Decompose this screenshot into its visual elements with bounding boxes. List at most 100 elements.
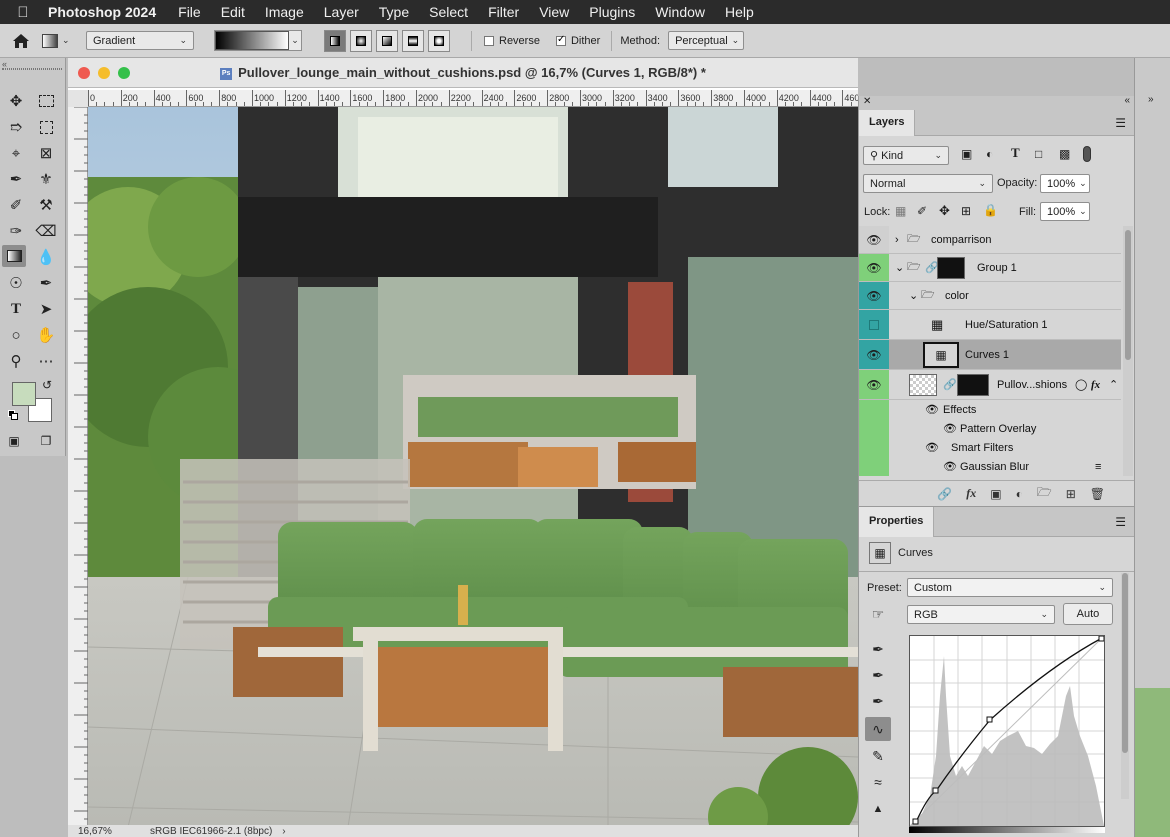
black-point-eyedropper-icon[interactable]: ✒	[865, 637, 891, 661]
linear-gradient-button[interactable]	[324, 29, 346, 52]
foreground-color-swatch[interactable]	[12, 382, 36, 406]
clone-stamp-tool-icon[interactable]: ⚒	[34, 194, 58, 216]
menu-plugins[interactable]: Plugins	[579, 4, 645, 20]
layer-row[interactable]: 👁 ⌄ 🗁 🔗 Group 1	[859, 254, 1121, 282]
menu-type[interactable]: Type	[369, 4, 419, 20]
dither-checkbox[interactable]	[555, 34, 566, 46]
properties-tab[interactable]: Properties	[859, 507, 935, 537]
ellipse-tool-icon[interactable]: ○	[4, 324, 28, 346]
eye-icon[interactable]: 👁	[859, 340, 889, 369]
swap-colors-icon[interactable]: ↺	[42, 378, 52, 392]
menu-select[interactable]: Select	[419, 4, 478, 20]
layer-mask-thumbnail[interactable]	[957, 374, 989, 396]
type-tool-icon[interactable]: T	[4, 298, 28, 320]
blur-tool-icon[interactable]: 💧	[34, 246, 58, 268]
reverse-checkbox[interactable]	[484, 35, 494, 46]
eye-icon[interactable]: 👁	[859, 282, 889, 309]
eye-icon[interactable]: 👁	[943, 422, 957, 435]
angle-gradient-button[interactable]	[376, 29, 398, 52]
menu-layer[interactable]: Layer	[314, 4, 369, 20]
history-brush-tool-icon[interactable]: ✑	[4, 220, 28, 242]
screen-mode-icon[interactable]: ❐	[34, 430, 58, 452]
delete-layer-icon[interactable]: 🗑	[1090, 487, 1105, 501]
opacity-field[interactable]: 100% ⌄	[1040, 174, 1090, 193]
new-layer-icon[interactable]: ⊞	[1066, 487, 1076, 501]
home-icon[interactable]	[0, 33, 42, 49]
lasso-tool-icon[interactable]: ➱	[4, 116, 28, 138]
menu-image[interactable]: Image	[255, 4, 314, 20]
chevron-right-icon[interactable]: ›	[272, 826, 285, 837]
move-tool-icon[interactable]: ✥	[4, 90, 28, 112]
menu-file[interactable]: File	[168, 4, 211, 20]
chevron-down-icon[interactable]: ⌄	[895, 261, 904, 274]
gray-point-eyedropper-icon[interactable]: ✒	[865, 663, 891, 687]
gradient-tool-button[interactable]	[2, 245, 26, 267]
menu-view[interactable]: View	[529, 4, 579, 20]
zoom-level[interactable]: 16,67%	[68, 826, 148, 837]
lock-all-icon[interactable]: 🔒	[983, 203, 998, 217]
eye-icon[interactable]: 👁	[925, 441, 939, 454]
filter-type-icon[interactable]: T	[1011, 145, 1020, 161]
filter-options-icon[interactable]: ≡	[1095, 461, 1101, 473]
pencil-draw-icon[interactable]: ✎	[865, 744, 891, 768]
layer-row[interactable]: 👁 🔗 Pullov...shions ◯ fx ⌃	[859, 370, 1121, 400]
gradient-type-select[interactable]: Gradient ⌄	[86, 31, 194, 50]
curve-points-tool-icon[interactable]: ∿	[865, 717, 891, 741]
layers-scrollbar[interactable]	[1123, 226, 1133, 476]
filter-adjustment-icon[interactable]: ◐	[986, 147, 993, 161]
new-group-icon[interactable]: 🗁	[1037, 483, 1052, 504]
curves-graph[interactable]	[909, 635, 1105, 827]
clipping-warning-icon[interactable]: ▲	[865, 797, 891, 821]
add-mask-icon[interactable]: ▣	[990, 487, 1001, 501]
layer-filter-select[interactable]: ⚲ Kind ⌄	[863, 146, 949, 165]
filter-pixel-icon[interactable]: ▣	[961, 147, 972, 161]
visibility-toggle[interactable]	[859, 310, 889, 339]
white-point-eyedropper-icon[interactable]: ✒	[865, 689, 891, 713]
properties-scrollbar[interactable]	[1121, 573, 1129, 799]
new-adjustment-icon[interactable]: ◐	[1016, 487, 1023, 501]
layer-effect-row[interactable]: 👁 Effects	[859, 400, 1121, 419]
fx-icon[interactable]: fx	[1091, 379, 1100, 391]
tool-preset-picker[interactable]: ⌄	[42, 33, 86, 48]
layer-effect-row[interactable]: 👁 Gaussian Blur ≡	[859, 457, 1121, 476]
smooth-curve-icon[interactable]: ≈	[865, 770, 891, 794]
marquee-tool-icon[interactable]	[34, 90, 58, 112]
healing-brush-tool-icon[interactable]: ⚜	[34, 168, 58, 190]
menu-window[interactable]: Window	[645, 4, 715, 20]
pen-tool-icon[interactable]: ✒	[34, 272, 58, 294]
link-layers-icon[interactable]: 🔗	[937, 487, 952, 501]
filter-toggle[interactable]	[1083, 146, 1091, 162]
brush-tool-icon[interactable]: ✐	[4, 194, 28, 216]
fill-field[interactable]: 100% ⌄	[1040, 202, 1090, 221]
default-colors-icon[interactable]	[8, 410, 18, 420]
layer-effect-row[interactable]: 👁 Smart Filters	[859, 438, 1121, 457]
eye-icon[interactable]: 👁	[859, 254, 889, 281]
on-image-adjust-icon[interactable]: ☞	[865, 602, 891, 626]
smart-object-thumbnail[interactable]	[909, 374, 937, 396]
eye-icon[interactable]: 👁	[859, 370, 889, 399]
reflected-gradient-button[interactable]	[402, 29, 424, 52]
chevron-right-icon[interactable]: ›	[895, 234, 899, 246]
app-menu[interactable]: Photoshop 2024	[46, 4, 168, 20]
frame-tool-icon[interactable]: ⊠	[34, 142, 58, 164]
eye-icon[interactable]: 👁	[925, 403, 939, 416]
filter-smart-object-icon[interactable]: ▩	[1059, 147, 1070, 161]
add-style-icon[interactable]: fx	[966, 486, 976, 501]
zoom-tool-icon[interactable]: ⚲	[4, 350, 28, 372]
hand-tool-icon[interactable]: ✋	[34, 324, 58, 346]
layer-row[interactable]: 👁 › 🗁 comparrison	[859, 226, 1121, 254]
lock-pixels-icon[interactable]: ✐	[917, 204, 927, 218]
filter-shape-icon[interactable]: □	[1035, 147, 1042, 161]
layer-row[interactable]: ▦ Hue/Saturation 1	[859, 310, 1121, 340]
crop-tool-icon[interactable]: ⌖	[4, 142, 28, 164]
lock-position-icon[interactable]: ✥	[939, 203, 950, 219]
lock-artboard-icon[interactable]: ⊞	[961, 204, 971, 218]
drag-handle[interactable]	[2, 68, 62, 70]
method-select[interactable]: Perceptual ⌄	[668, 31, 745, 50]
blend-mode-select[interactable]: Normal ⌄	[863, 174, 993, 193]
dodge-tool-icon[interactable]: ☉	[4, 272, 28, 294]
collapse-panels-icon[interactable]: «	[1124, 95, 1130, 106]
eyedropper-tool-icon[interactable]: ✒	[4, 168, 28, 190]
ruler-origin[interactable]	[68, 90, 88, 107]
eraser-tool-icon[interactable]: ⌫	[34, 220, 58, 242]
